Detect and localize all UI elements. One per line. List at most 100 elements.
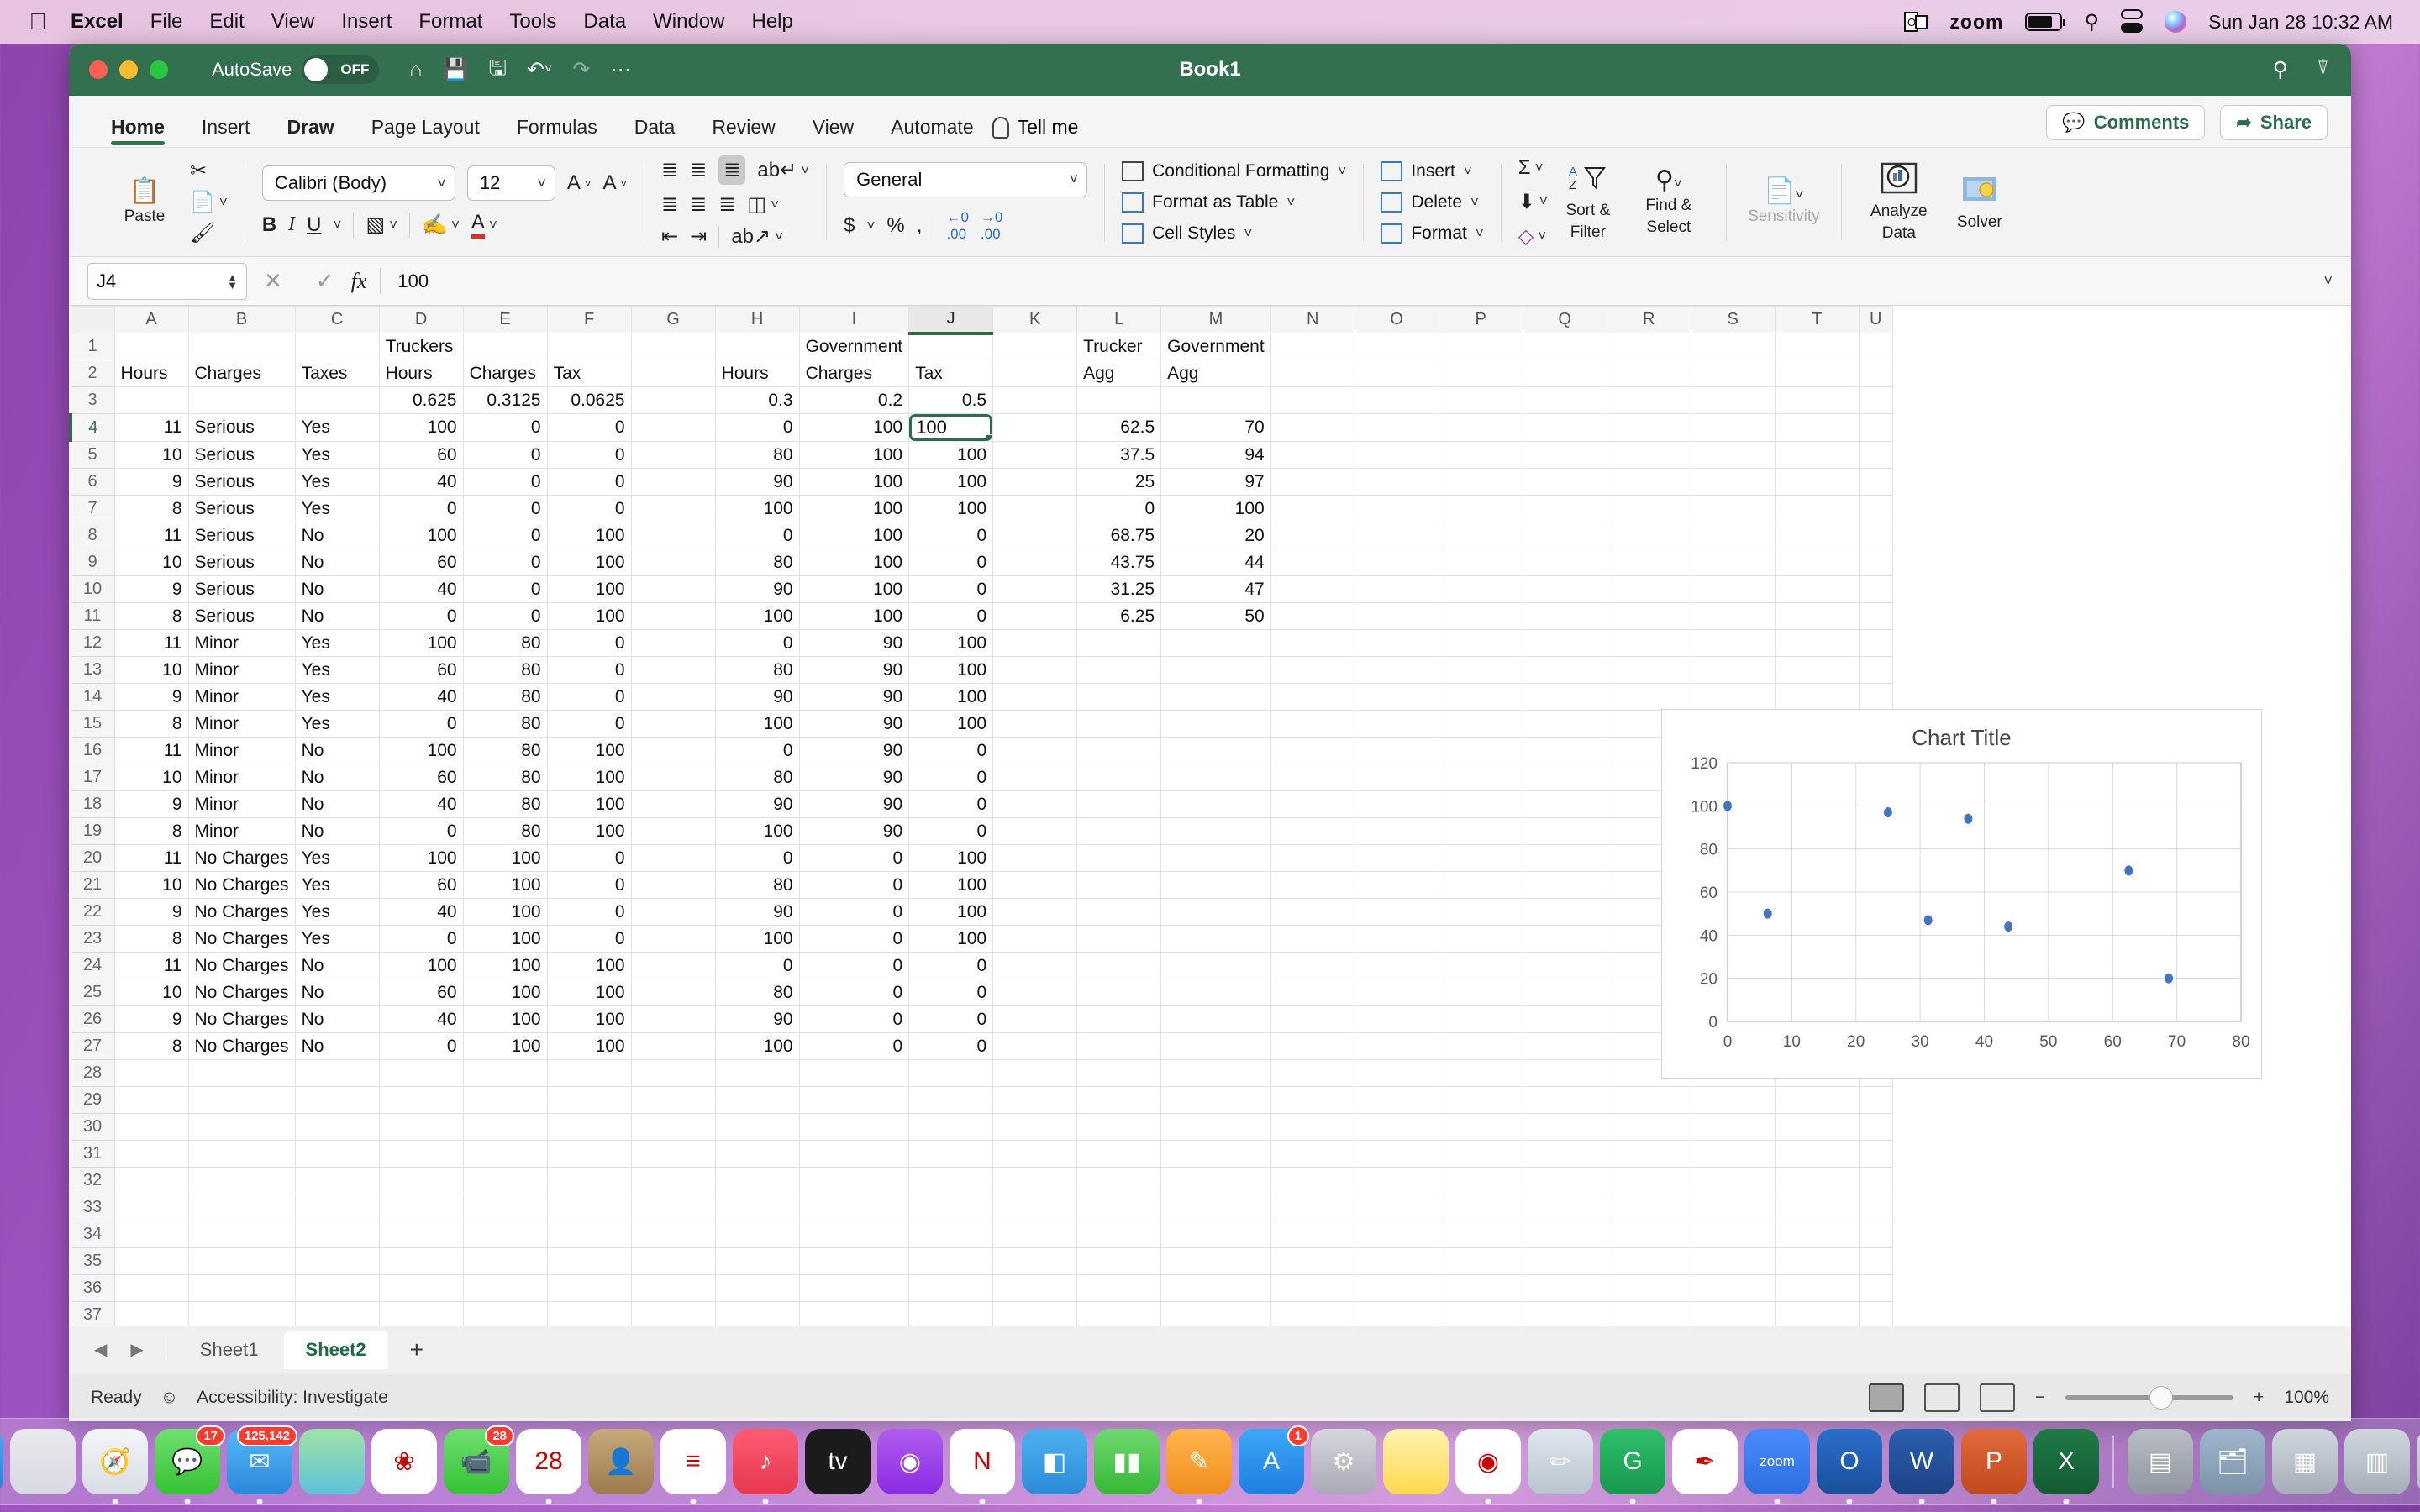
- cell-J21[interactable]: 100: [908, 871, 994, 899]
- cell-K9[interactable]: [992, 549, 1078, 576]
- cell-G7[interactable]: [630, 495, 716, 522]
- cell-C10[interactable]: No: [294, 575, 380, 603]
- cell-G27[interactable]: [630, 1032, 716, 1060]
- cell-P13[interactable]: [1438, 656, 1523, 684]
- font-name-select[interactable]: Calibri (Body) ˅: [261, 165, 455, 201]
- autosave-control[interactable]: AutoSave OFF: [212, 55, 380, 84]
- cell-S2[interactable]: [1690, 360, 1776, 387]
- cell-A16[interactable]: 11: [113, 737, 189, 764]
- dock-news-icon[interactable]: N: [950, 1429, 1015, 1504]
- cell-Q7[interactable]: [1522, 495, 1607, 522]
- add-sheet-button[interactable]: +: [392, 1336, 442, 1363]
- cell-H4[interactable]: 0: [714, 413, 800, 442]
- select-all-corner[interactable]: [70, 306, 115, 333]
- cell-B1[interactable]: [187, 333, 296, 360]
- cell-S37[interactable]: [1690, 1301, 1776, 1326]
- increase-font-size-icon[interactable]: A ˅: [567, 171, 592, 195]
- cell-H6[interactable]: 90: [714, 468, 800, 496]
- cell-K22[interactable]: [992, 898, 1078, 926]
- cell-P31[interactable]: [1438, 1140, 1523, 1168]
- cell-E14[interactable]: 80: [462, 683, 548, 711]
- cell-M20[interactable]: [1160, 844, 1271, 872]
- cell-O31[interactable]: [1354, 1140, 1439, 1168]
- cell-C23[interactable]: Yes: [294, 925, 380, 953]
- cell-H36[interactable]: [714, 1274, 800, 1302]
- cell-S10[interactable]: [1690, 575, 1776, 603]
- cell-J30[interactable]: [908, 1113, 994, 1141]
- cell-O22[interactable]: [1354, 898, 1439, 926]
- cell-F15[interactable]: 0: [546, 710, 632, 738]
- cell-J2[interactable]: Tax: [908, 360, 994, 387]
- menu-item-insert[interactable]: Insert: [328, 10, 405, 34]
- cell-G29[interactable]: [630, 1086, 716, 1114]
- cell-O23[interactable]: [1354, 925, 1439, 953]
- row-header-11[interactable]: 11: [70, 602, 115, 630]
- cell-H3[interactable]: 0.3: [714, 386, 800, 414]
- cell-T31[interactable]: [1774, 1140, 1860, 1168]
- cell-G31[interactable]: [630, 1140, 716, 1168]
- align-center-icon[interactable]: ≣: [690, 192, 707, 217]
- dock-maps-icon[interactable]: [299, 1429, 365, 1494]
- cell-G36[interactable]: [630, 1274, 716, 1302]
- dock-podcasts-icon[interactable]: ◉: [877, 1429, 943, 1494]
- save-icon[interactable]: 💾: [443, 58, 469, 82]
- cell-I28[interactable]: [798, 1059, 910, 1087]
- cell-A23[interactable]: 8: [113, 925, 189, 953]
- cell-E36[interactable]: [462, 1274, 548, 1302]
- cell-B6[interactable]: Serious: [187, 468, 296, 496]
- cell-C36[interactable]: [294, 1274, 380, 1302]
- cell-T35[interactable]: [1774, 1247, 1860, 1275]
- cell-B18[interactable]: Minor: [187, 790, 296, 818]
- cell-J32[interactable]: [908, 1167, 994, 1194]
- cell-L17[interactable]: [1076, 764, 1162, 791]
- cell-D22[interactable]: 40: [378, 898, 464, 926]
- cell-P9[interactable]: [1438, 549, 1523, 576]
- cell-E30[interactable]: [462, 1113, 548, 1141]
- cell-C7[interactable]: Yes: [294, 495, 380, 522]
- cell-H18[interactable]: 90: [714, 790, 800, 818]
- cell-D31[interactable]: [378, 1140, 464, 1168]
- cell-L37[interactable]: [1076, 1301, 1162, 1326]
- cell-B4[interactable]: Serious: [187, 413, 296, 442]
- cell-N16[interactable]: [1270, 737, 1355, 764]
- zoom-slider-knob[interactable]: [2149, 1385, 2174, 1410]
- cell-G3[interactable]: [630, 386, 716, 414]
- cell-Q1[interactable]: [1522, 333, 1607, 360]
- cell-F7[interactable]: 0: [546, 495, 632, 522]
- dock-powerpoint-icon[interactable]: P: [1961, 1429, 2027, 1504]
- cell-U8[interactable]: [1858, 522, 1893, 549]
- cell-M36[interactable]: [1160, 1274, 1271, 1302]
- cell-N8[interactable]: [1270, 522, 1355, 549]
- cell-M5[interactable]: 94: [1160, 441, 1271, 469]
- cell-T8[interactable]: [1774, 522, 1860, 549]
- zoom-menu-item[interactable]: zoom: [1949, 11, 2003, 34]
- cell-H29[interactable]: [714, 1086, 800, 1114]
- cell-L23[interactable]: [1076, 925, 1162, 953]
- increase-decimal-icon[interactable]: ←0.00: [946, 209, 968, 243]
- cell-H15[interactable]: 100: [714, 710, 800, 738]
- row-header-37[interactable]: 37: [70, 1301, 115, 1326]
- tab-automate[interactable]: Automate: [872, 116, 992, 147]
- cell-H35[interactable]: [714, 1247, 800, 1275]
- cell-O18[interactable]: [1354, 790, 1439, 818]
- cell-Q30[interactable]: [1522, 1113, 1607, 1141]
- cell-O17[interactable]: [1354, 764, 1439, 791]
- cell-B9[interactable]: Serious: [187, 549, 296, 576]
- cell-P27[interactable]: [1438, 1032, 1523, 1060]
- cell-U5[interactable]: [1858, 441, 1893, 469]
- cell-J1[interactable]: [908, 333, 994, 360]
- tab-formulas[interactable]: Formulas: [498, 116, 616, 147]
- cell-E27[interactable]: 100: [462, 1032, 548, 1060]
- cell-Q35[interactable]: [1522, 1247, 1607, 1275]
- cell-T4[interactable]: [1774, 413, 1860, 442]
- cell-P26[interactable]: [1438, 1005, 1523, 1033]
- cell-R9[interactable]: [1606, 549, 1691, 576]
- cell-E1[interactable]: [462, 333, 548, 360]
- cell-Q29[interactable]: [1522, 1086, 1607, 1114]
- cell-F25[interactable]: 100: [546, 979, 632, 1006]
- row-header-22[interactable]: 22: [70, 898, 115, 926]
- cell-O13[interactable]: [1354, 656, 1439, 684]
- cell-E24[interactable]: 100: [462, 952, 548, 979]
- cell-R32[interactable]: [1606, 1167, 1691, 1194]
- apple-logo-icon[interactable]: : [18, 10, 57, 34]
